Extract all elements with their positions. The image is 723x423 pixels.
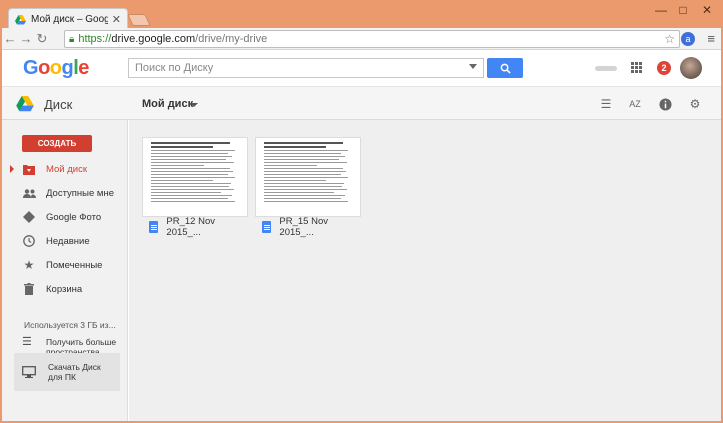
url-path: /drive/my-drive [195,33,268,45]
more-space-line1: Получить больше [46,337,117,347]
google-logo[interactable]: Google [23,57,89,80]
file-name: PR_15 Nov 2015_... [279,216,329,238]
file-thumbnail [143,138,247,216]
drive-logo-icon [16,96,34,112]
lock-icon: 🔒︎ [69,33,75,45]
sidebar-item-shared[interactable]: Доступные мне [2,183,128,203]
notifications-badge[interactable]: 2 [657,61,671,75]
search-input[interactable]: Поиск по Диску [128,58,484,78]
trash-icon [22,282,36,296]
drive-page: Google Поиск по Диску 2 Диск Мой диск ☰ … [2,50,721,421]
chevron-down-icon[interactable] [190,103,198,107]
current-folder-menu[interactable]: Мой диск [142,98,193,110]
search-options-icon[interactable] [469,64,477,69]
google-doc-icon [262,221,272,233]
drive-toolbar: Диск Мой диск ☰ AZ ⚙ [2,86,721,120]
file-name-row: PR_12 Nov 2015_... [143,216,247,238]
download-line2: для ПК [48,372,76,382]
browser-toolbar: ← → ↻ 🔒︎ https:// drive.google.com /driv… [2,28,721,50]
tab-close-icon[interactable]: ✕ [112,13,121,26]
file-grid: PR_12 Nov 2015_... PR_15 Nov 2015_... [129,120,721,421]
star-icon: ★ [23,258,35,272]
new-tab-button[interactable] [127,14,151,26]
extension-icon[interactable]: a [681,32,695,46]
sidebar-item-label: Доступные мне [46,187,114,199]
download-drive-button[interactable]: Скачать Диск для ПК [14,353,120,391]
sidebar-item-label: Помеченные [46,259,103,271]
active-arrow-icon [10,165,14,173]
sidebar-item-photos[interactable]: Google Фото [2,207,128,227]
shared-people-icon [22,186,36,200]
create-button[interactable]: СОЗДАТЬ [22,135,92,152]
sidebar-item-label: Недавние [46,235,90,247]
file-item[interactable]: PR_12 Nov 2015_... [143,138,247,238]
forward-icon[interactable]: → [18,31,34,46]
settings-gear-icon[interactable]: ⚙ [688,97,702,111]
file-name: PR_12 Nov 2015_... [166,216,216,238]
address-bar[interactable]: 🔒︎ https:// drive.google.com /drive/my-d… [64,30,680,48]
tab-title: Мой диск – Google Диск [31,14,108,25]
info-icon[interactable] [658,97,672,111]
minimize-button[interactable]: — [651,0,671,20]
product-title: Диск [44,97,73,112]
search-placeholder: Поиск по Диску [135,62,214,74]
sidebar-item-label: Корзина [46,283,83,295]
blurred-username [595,66,617,71]
photos-pinwheel-icon [22,210,36,224]
clock-icon [22,234,36,248]
browser-menu-icon[interactable]: ≡ [707,31,715,46]
sidebar-item-starred[interactable]: ★ Помеченные [2,255,128,275]
maximize-button[interactable]: □ [673,0,693,20]
reload-icon[interactable]: ↻ [34,31,50,47]
apps-grid-icon[interactable] [631,62,642,73]
browser-window: Мой диск – Google Диск ✕ — □ ✕ ← → ↻ 🔒︎ … [0,0,723,423]
monitor-icon [22,365,38,379]
google-header: Google Поиск по Диску 2 [2,50,721,86]
download-line1: Скачать Диск [48,362,101,372]
sidebar-item-my-drive[interactable]: Мой диск [2,159,128,179]
url-scheme: https:// [78,33,112,45]
avatar[interactable] [680,57,702,79]
tab-strip: Мой диск – Google Диск ✕ — □ ✕ [0,0,723,30]
drive-favicon-icon [15,14,26,24]
file-thumbnail [256,138,360,216]
sidebar-item-trash[interactable]: Корзина [2,279,128,299]
sidebar-item-label: Google Фото [46,211,102,223]
url-host: drive.google.com [111,33,196,45]
sidebar-item-recent[interactable]: Недавние [2,231,128,251]
file-name-row: PR_15 Nov 2015_... [256,216,360,238]
back-icon[interactable]: ← [2,31,18,46]
search-button[interactable] [487,58,523,78]
browser-tab[interactable]: Мой диск – Google Диск ✕ [8,8,128,30]
storage-usage-text[interactable]: Используется 3 ГБ из... [24,320,116,330]
close-window-button[interactable]: ✕ [695,0,719,20]
google-doc-icon [149,221,159,233]
sidebar-item-label: Мой диск [46,163,88,175]
search-icon [500,63,511,74]
bookmark-star-icon[interactable]: ☆ [664,32,675,46]
list-view-icon[interactable]: ☰ [599,97,613,111]
sort-az-icon[interactable]: AZ [628,97,642,111]
my-drive-icon [22,162,36,176]
file-item[interactable]: PR_15 Nov 2015_... [256,138,360,238]
